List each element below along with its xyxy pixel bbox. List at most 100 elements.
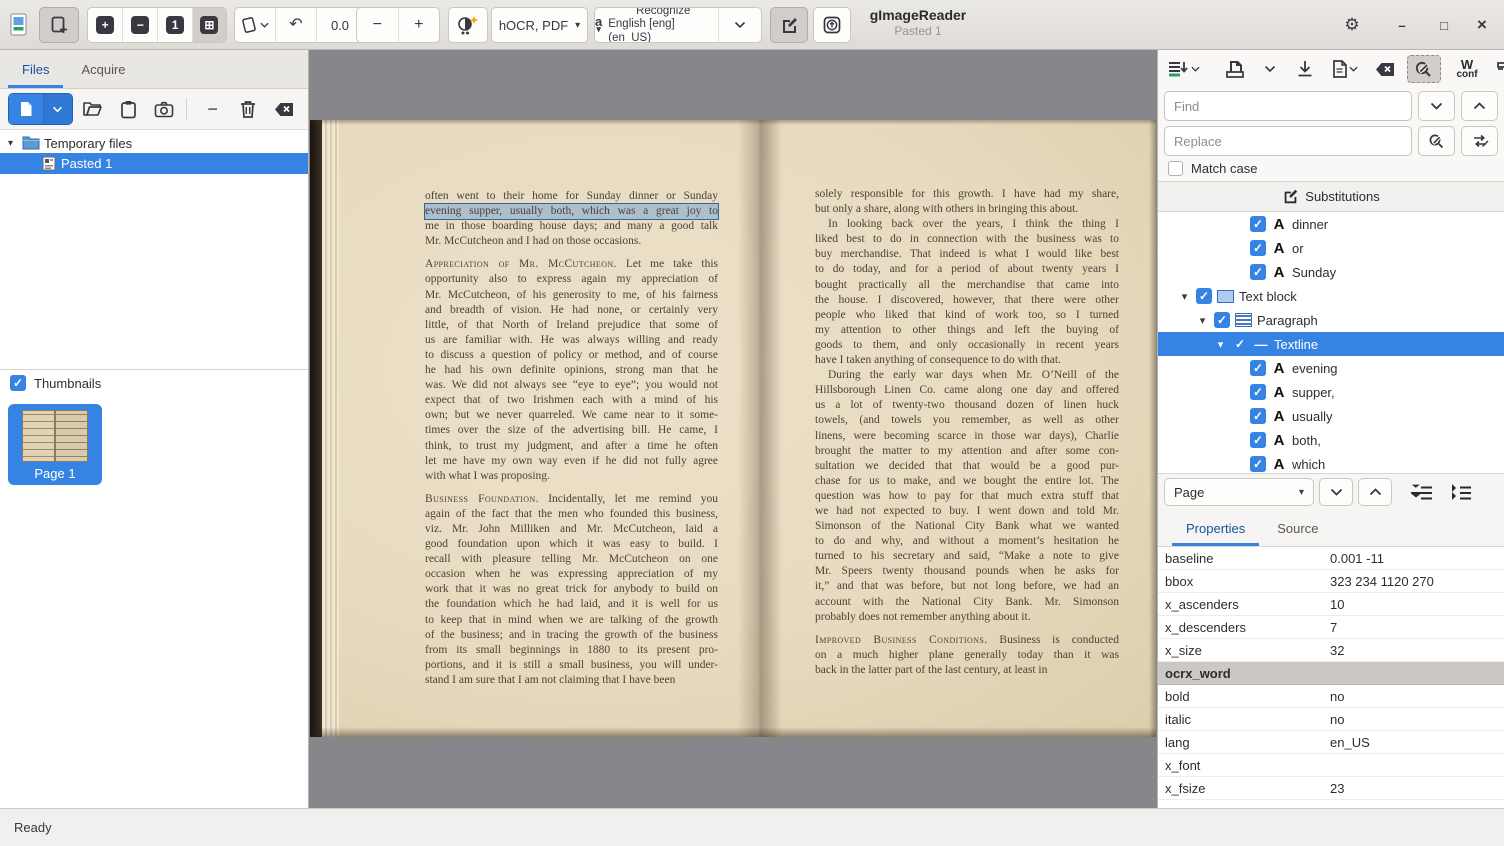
insert-mode-dropdown[interactable]: [1164, 55, 1204, 83]
tab-properties[interactable]: Properties: [1170, 510, 1261, 546]
ocr-text-line[interactable]: turned to his secretary and said, “Make …: [815, 549, 1119, 564]
expander-icon[interactable]: ▾: [1178, 290, 1191, 303]
property-row[interactable]: x_ascenders10: [1158, 593, 1504, 616]
left-page-text[interactable]: often went to their home for Sunday dinn…: [425, 189, 718, 688]
ocr-text-line[interactable]: little, of that North of Ireland prejudi…: [425, 318, 718, 333]
ocr-text-line[interactable]: liked best to do in connection with the …: [815, 232, 1119, 247]
ocr-text-line[interactable]: own; but we never quarreled. We came nea…: [425, 408, 718, 423]
ocr-text-line[interactable]: Mr. McCutcheon, of his generosity to me,…: [425, 288, 718, 303]
ocr-text-line[interactable]: was. We did not always see “eye to eye”;…: [425, 378, 718, 393]
ocr-text-line[interactable]: Business Foundation. Incidentally, let m…: [425, 492, 718, 507]
item-checkbox[interactable]: ✓: [1250, 240, 1266, 256]
paste-button[interactable]: [112, 94, 144, 124]
item-checkbox[interactable]: ✓: [1250, 432, 1266, 448]
ocr-text-line[interactable]: opportunity also to express again my app…: [425, 272, 718, 287]
property-row[interactable]: x_fsize23: [1158, 777, 1504, 800]
ocr-text-line[interactable]: viz. Mr. John Milliken and Mr. McCutcheo…: [425, 522, 718, 537]
ocr-text-line[interactable]: expect that of two Irishmen each with a …: [425, 393, 718, 408]
ocr-text-line[interactable]: let me have my own way even if he did no…: [425, 454, 718, 469]
ocr-text-line[interactable]: it,” and that was before, but not long b…: [815, 579, 1119, 594]
screenshot-button[interactable]: [148, 94, 180, 124]
ocr-text-line[interactable]: brought the matter to my attention and a…: [815, 444, 1119, 459]
ocr-text-line[interactable]: me in those boarding house days; and man…: [425, 219, 718, 234]
item-checkbox[interactable]: ✓: [1250, 384, 1266, 400]
hocr-tree-item[interactable]: ✓ASunday: [1158, 260, 1504, 284]
ocr-text-line[interactable]: we had not expected to buy. I went down …: [815, 504, 1119, 519]
ocr-text-line[interactable]: Mr. McCutcheon and I had on those occasi…: [425, 234, 718, 249]
ocr-text-line[interactable]: of the business; and in tracing the grow…: [425, 628, 718, 643]
word-confidence-button[interactable]: Wconf: [1450, 55, 1484, 83]
ocr-text-line[interactable]: Simonson of the National City Bank what …: [815, 519, 1119, 534]
ocr-text-line[interactable]: to do today, and for a period of about t…: [815, 262, 1119, 277]
delete-button[interactable]: [233, 94, 265, 124]
ocr-text-line[interactable]: towels, (and towels you remember, as wel…: [815, 413, 1119, 428]
item-checkbox[interactable]: ✓: [1232, 336, 1248, 352]
property-row[interactable]: langen_US: [1158, 731, 1504, 754]
open-options-dropdown[interactable]: [1257, 55, 1283, 83]
ocr-text-line[interactable]: Improved Business Conditions. Business i…: [815, 633, 1119, 648]
recognize-dropdown-button[interactable]: [719, 8, 761, 42]
toggle-output-pane-button[interactable]: [770, 7, 808, 43]
zoom-original-button[interactable]: 1: [158, 8, 192, 42]
replace-input[interactable]: [1164, 126, 1412, 156]
ocr-text-line[interactable]: Appreciation of Mr. McCutcheon. Let me t…: [425, 257, 718, 272]
open-hocr-button[interactable]: [1222, 55, 1248, 83]
property-row[interactable]: italicno: [1158, 708, 1504, 731]
property-row[interactable]: boldno: [1158, 685, 1504, 708]
item-checkbox[interactable]: ✓: [1250, 408, 1266, 424]
page-selector-dropdown[interactable]: Page ▾: [1164, 478, 1314, 506]
ocr-text-line[interactable]: think, to trust my judgment, and after a…: [425, 439, 718, 454]
ocr-text-line[interactable]: sultation we decided that that would be …: [815, 459, 1119, 474]
ocr-text-line[interactable]: from its small beginnings in 1880 to its…: [425, 643, 718, 658]
navigate-previous-button[interactable]: [1358, 478, 1392, 506]
ocr-text-line[interactable]: us a lot of twenty-two thousand dozen of…: [815, 398, 1119, 413]
thumbnails-checkbox[interactable]: ✓: [10, 375, 26, 391]
ocr-text-line[interactable]: to keep that in mind when we are talking…: [425, 613, 718, 628]
ocr-text-line[interactable]: linens, were becoming scarce in those wa…: [815, 429, 1119, 444]
settings-button[interactable]: ⚙: [1338, 11, 1366, 39]
rotate-mode-dropdown[interactable]: [235, 8, 276, 42]
item-checkbox[interactable]: ✓: [1214, 312, 1230, 328]
hocr-tree-item[interactable]: ✓Ausually: [1158, 404, 1504, 428]
ocr-text-line[interactable]: again of the fact that the men who found…: [425, 507, 718, 522]
ocr-text-line[interactable]: us are familiar with. He was always will…: [425, 333, 718, 348]
image-controls-button[interactable]: [448, 7, 488, 43]
find-replace-toggle[interactable]: [1407, 55, 1441, 83]
substitutions-button[interactable]: Substitutions: [1158, 181, 1504, 212]
ocr-text-line[interactable]: the foundation which he had laid, and it…: [425, 597, 718, 612]
ocr-text-line[interactable]: but only a share, along with others in b…: [815, 202, 1119, 217]
zoom-in-button[interactable]: +: [88, 8, 123, 42]
navigate-next-button[interactable]: [1319, 478, 1353, 506]
rotate-left-button[interactable]: ↶: [276, 8, 317, 42]
hocr-tree-item[interactable]: ▾✓Paragraph: [1158, 308, 1504, 332]
hocr-tree-item[interactable]: ✓Aboth,: [1158, 428, 1504, 452]
ocr-text-line[interactable]: good foundation upon which it was easy t…: [425, 537, 718, 552]
hocr-tree-item[interactable]: ✓Asupper,: [1158, 380, 1504, 404]
ocr-text-line[interactable]: Mr. Speers twenty thousand pounds when h…: [815, 564, 1119, 579]
hocr-tree-item[interactable]: ✓Awhich: [1158, 452, 1504, 473]
property-row[interactable]: x_size32: [1158, 639, 1504, 662]
find-input[interactable]: [1164, 91, 1412, 121]
right-page-text[interactable]: solely responsible for this growth. I ha…: [815, 187, 1119, 678]
ocr-text-line[interactable]: times over the size of the advertising b…: [425, 423, 718, 438]
ocr-text-line[interactable]: people who liked that kind of work too, …: [815, 308, 1119, 323]
ocr-text-line[interactable]: portions, and it is still a small busine…: [425, 658, 718, 673]
ocr-text-line[interactable]: recall with pleasure telling Mr. McCutch…: [425, 552, 718, 567]
tree-node-temporary-files[interactable]: ▾ Temporary files: [0, 133, 308, 153]
remove-page-button[interactable]: −: [197, 94, 229, 124]
ocr-text-line[interactable]: goods to them, and only occasionally in …: [815, 338, 1119, 353]
find-next-button[interactable]: [1418, 91, 1455, 121]
decrease-button[interactable]: −: [357, 8, 399, 42]
scanned-book-image[interactable]: often went to their home for Sunday dinn…: [310, 120, 1156, 737]
highlighted-text-line[interactable]: evening supper, usually both, which was …: [425, 204, 718, 219]
property-row[interactable]: bbox323 234 1120 270: [1158, 570, 1504, 593]
add-images-dropdown[interactable]: [43, 94, 72, 124]
close-button[interactable]: ×: [1468, 11, 1496, 39]
ocr-text-line[interactable]: back in the latter part of the last cent…: [815, 663, 1119, 678]
expander-icon[interactable]: ▾: [1196, 314, 1209, 327]
add-images-button[interactable]: [9, 94, 43, 124]
zoom-out-button[interactable]: −: [123, 8, 158, 42]
thumbnail-page-1[interactable]: Page 1: [8, 404, 102, 485]
clear-button[interactable]: [268, 94, 300, 124]
save-hocr-button[interactable]: [1292, 55, 1318, 83]
